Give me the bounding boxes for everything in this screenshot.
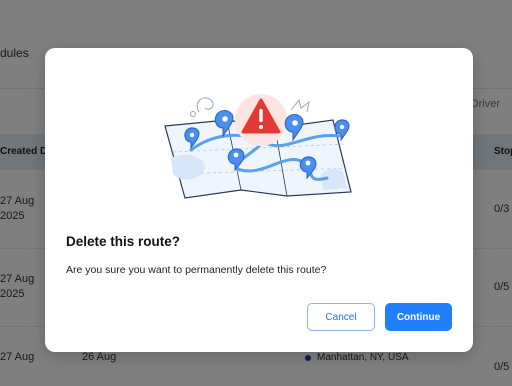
dialog-message: Are you sure you want to permanently del…	[66, 264, 327, 276]
map-route-warning-icon	[155, 92, 365, 208]
continue-button[interactable]: Continue	[385, 303, 452, 331]
dialog-title: Delete this route?	[66, 234, 181, 249]
delete-route-dialog: Delete this route? Are you sure you want…	[45, 48, 473, 352]
cancel-button[interactable]: Cancel	[307, 303, 375, 331]
